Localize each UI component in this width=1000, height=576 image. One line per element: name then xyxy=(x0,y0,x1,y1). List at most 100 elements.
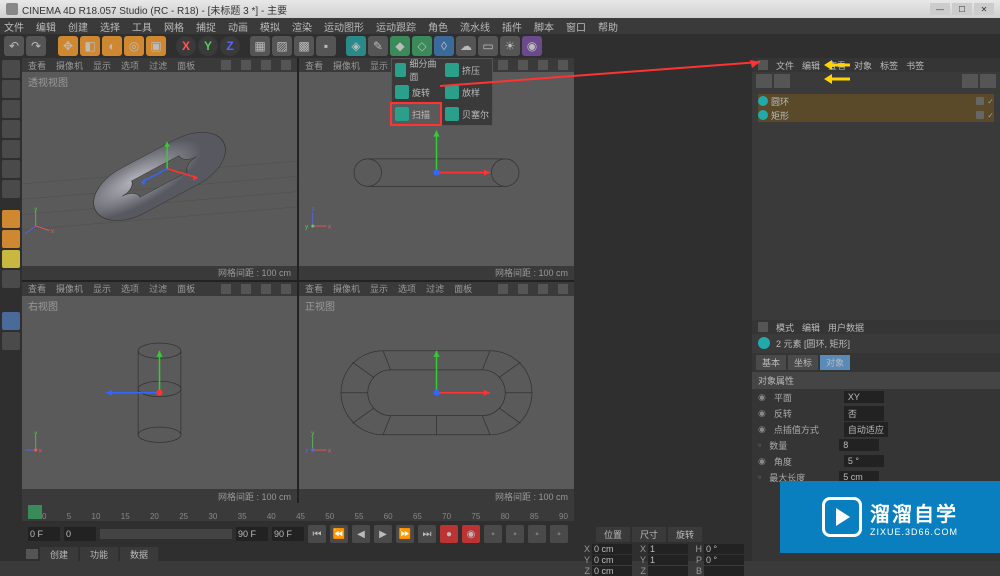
menu-mesh[interactable]: 网格 xyxy=(164,19,184,34)
menu-animate[interactable]: 动画 xyxy=(228,19,248,34)
generator-button[interactable]: ◆ xyxy=(390,36,410,56)
vp-nav-zoom-icon[interactable] xyxy=(241,60,251,70)
popup-lathe[interactable]: 旋转 xyxy=(392,81,442,103)
render-queue-button[interactable]: ▪ xyxy=(316,36,336,56)
om-tab-bookmarks[interactable]: 书签 xyxy=(906,59,924,72)
vp-menu-panel[interactable]: 面板 xyxy=(177,59,195,72)
axis-x-toggle[interactable]: X xyxy=(176,36,196,56)
vp-menu-view[interactable]: 查看 xyxy=(28,59,46,72)
object-row-rectangle[interactable]: 矩形 ✓ xyxy=(758,108,994,122)
object-row-circle[interactable]: 圆环 ✓ xyxy=(758,94,994,108)
timeline-playhead[interactable] xyxy=(28,505,42,519)
key-pos-button[interactable]: ◦ xyxy=(484,525,502,543)
camera-button[interactable]: ▭ xyxy=(478,36,498,56)
om-tab-file[interactable]: 文件 xyxy=(776,59,794,72)
om-tab-object[interactable]: 对象 xyxy=(854,59,872,72)
timeline-end2-input[interactable] xyxy=(272,527,304,541)
menu-mograph[interactable]: 运动图形 xyxy=(324,19,364,34)
step-forward-button[interactable]: ⏩ xyxy=(396,525,414,543)
goto-start-button[interactable]: ⏮ xyxy=(308,525,326,543)
om-filter-icon[interactable] xyxy=(774,74,790,88)
menu-script[interactable]: 脚本 xyxy=(534,19,554,34)
point-mode-tool[interactable] xyxy=(2,140,20,158)
make-editable-tool[interactable] xyxy=(2,60,20,78)
menu-character[interactable]: 角色 xyxy=(428,19,448,34)
menu-render[interactable]: 渲染 xyxy=(292,19,312,34)
key-rot-button[interactable]: ◦ xyxy=(528,525,546,543)
vp-nav-rotate-icon[interactable] xyxy=(261,60,271,70)
scale-tool[interactable]: ◎ xyxy=(124,36,144,56)
axis-y-toggle[interactable]: Y xyxy=(198,36,218,56)
workplane-tool[interactable] xyxy=(2,120,20,138)
om-tab-edit[interactable]: 编辑 xyxy=(802,59,820,72)
attr-tab-object[interactable]: 对象 xyxy=(820,355,850,370)
record-button[interactable]: ● xyxy=(440,525,458,543)
key-scale-button[interactable]: ◦ xyxy=(506,525,524,543)
mograph-button[interactable]: ◉ xyxy=(522,36,542,56)
tab-function[interactable]: 功能 xyxy=(80,547,118,562)
render-view-button[interactable]: ▦ xyxy=(250,36,270,56)
am-tab-edit[interactable]: 编辑 xyxy=(802,321,820,334)
om-eye-icon[interactable] xyxy=(962,74,978,88)
am-tab-mode[interactable]: 模式 xyxy=(776,321,794,334)
enable-check-icon[interactable]: ✓ xyxy=(987,97,994,106)
vp-menu-camera[interactable]: 摄像机 xyxy=(56,59,83,72)
attr-tab-basic[interactable]: 基本 xyxy=(756,355,786,370)
attr-tab-coord[interactable]: 坐标 xyxy=(788,355,818,370)
menu-plugins[interactable]: 插件 xyxy=(502,19,522,34)
viewport-perspective[interactable]: 查看 摄像机 显示 选项 过滤 面板 透视视图 xyxy=(22,58,297,280)
menu-edit[interactable]: 编辑 xyxy=(36,19,56,34)
menu-tracking[interactable]: 运动跟踪 xyxy=(376,19,416,34)
menu-window[interactable]: 窗口 xyxy=(566,19,586,34)
goto-end-button[interactable]: ⏭ xyxy=(418,525,436,543)
environment-button[interactable]: ☁ xyxy=(456,36,476,56)
key-param-button[interactable]: ◦ xyxy=(550,525,568,543)
undo-button[interactable]: ↶ xyxy=(4,36,24,56)
generator2-button[interactable]: ◇ xyxy=(412,36,432,56)
timeline-end-input[interactable] xyxy=(236,527,268,541)
select-tool[interactable]: ✥ xyxy=(58,36,78,56)
misc-tool[interactable] xyxy=(2,332,20,350)
tab-data[interactable]: 数据 xyxy=(120,547,158,562)
close-button[interactable]: ✕ xyxy=(974,3,994,15)
attr-plane-value[interactable]: XY xyxy=(844,391,884,403)
generator-popup-menu[interactable]: 细分曲面 挤压 旋转 放样 扫描 贝塞尔 xyxy=(391,58,493,126)
timeline-start-input[interactable] xyxy=(28,527,60,541)
tweak-tool[interactable] xyxy=(2,312,20,330)
vp-menu-options[interactable]: 选项 xyxy=(121,59,139,72)
visibility-dot[interactable] xyxy=(976,97,984,105)
popup-extrude[interactable]: 挤压 xyxy=(442,59,492,81)
menu-create[interactable]: 创建 xyxy=(68,19,88,34)
om-tab-view[interactable]: 查看 xyxy=(828,59,846,72)
rotate-tool[interactable]: ◐ xyxy=(102,36,122,56)
om-flag-icon[interactable] xyxy=(980,74,996,88)
polygon-mode-tool[interactable] xyxy=(2,180,20,198)
enable-check-icon[interactable]: ✓ xyxy=(987,111,994,120)
popup-bezier[interactable]: 贝塞尔 xyxy=(442,103,492,125)
coord-x-pos[interactable]: 0 cm xyxy=(592,544,632,554)
coord-z-pos[interactable]: 0 cm xyxy=(592,566,632,576)
spline-pen-button[interactable]: ✎ xyxy=(368,36,388,56)
object-tree[interactable]: 圆环 ✓ 矩形 ✓ xyxy=(752,90,1000,320)
menu-pipeline[interactable]: 流水线 xyxy=(460,19,490,34)
coord-y-pos[interactable]: 0 cm xyxy=(592,555,632,565)
play-back-button[interactable]: ◀ xyxy=(352,525,370,543)
menu-help[interactable]: 帮助 xyxy=(598,19,618,34)
visibility-dot[interactable] xyxy=(976,111,984,119)
tab-create[interactable]: 创建 xyxy=(40,547,78,562)
menu-snap[interactable]: 捕捉 xyxy=(196,19,216,34)
snap-tool[interactable] xyxy=(2,230,20,248)
step-back-button[interactable]: ⏪ xyxy=(330,525,348,543)
timeline-track[interactable]: 051015202530354045505560657075808590 xyxy=(22,503,574,521)
axis-z-toggle[interactable]: Z xyxy=(220,36,240,56)
om-search-icon[interactable] xyxy=(756,74,772,88)
render-picture-button[interactable]: ▩ xyxy=(294,36,314,56)
maximize-button[interactable]: ☐ xyxy=(952,3,972,15)
edge-mode-tool[interactable] xyxy=(2,160,20,178)
last-tool[interactable]: ▣ xyxy=(146,36,166,56)
model-mode-tool[interactable] xyxy=(2,80,20,98)
redo-button[interactable]: ↷ xyxy=(26,36,46,56)
texture-mode-tool[interactable] xyxy=(2,100,20,118)
vp-nav-max-icon[interactable] xyxy=(281,60,291,70)
minimize-button[interactable]: — xyxy=(930,3,950,15)
